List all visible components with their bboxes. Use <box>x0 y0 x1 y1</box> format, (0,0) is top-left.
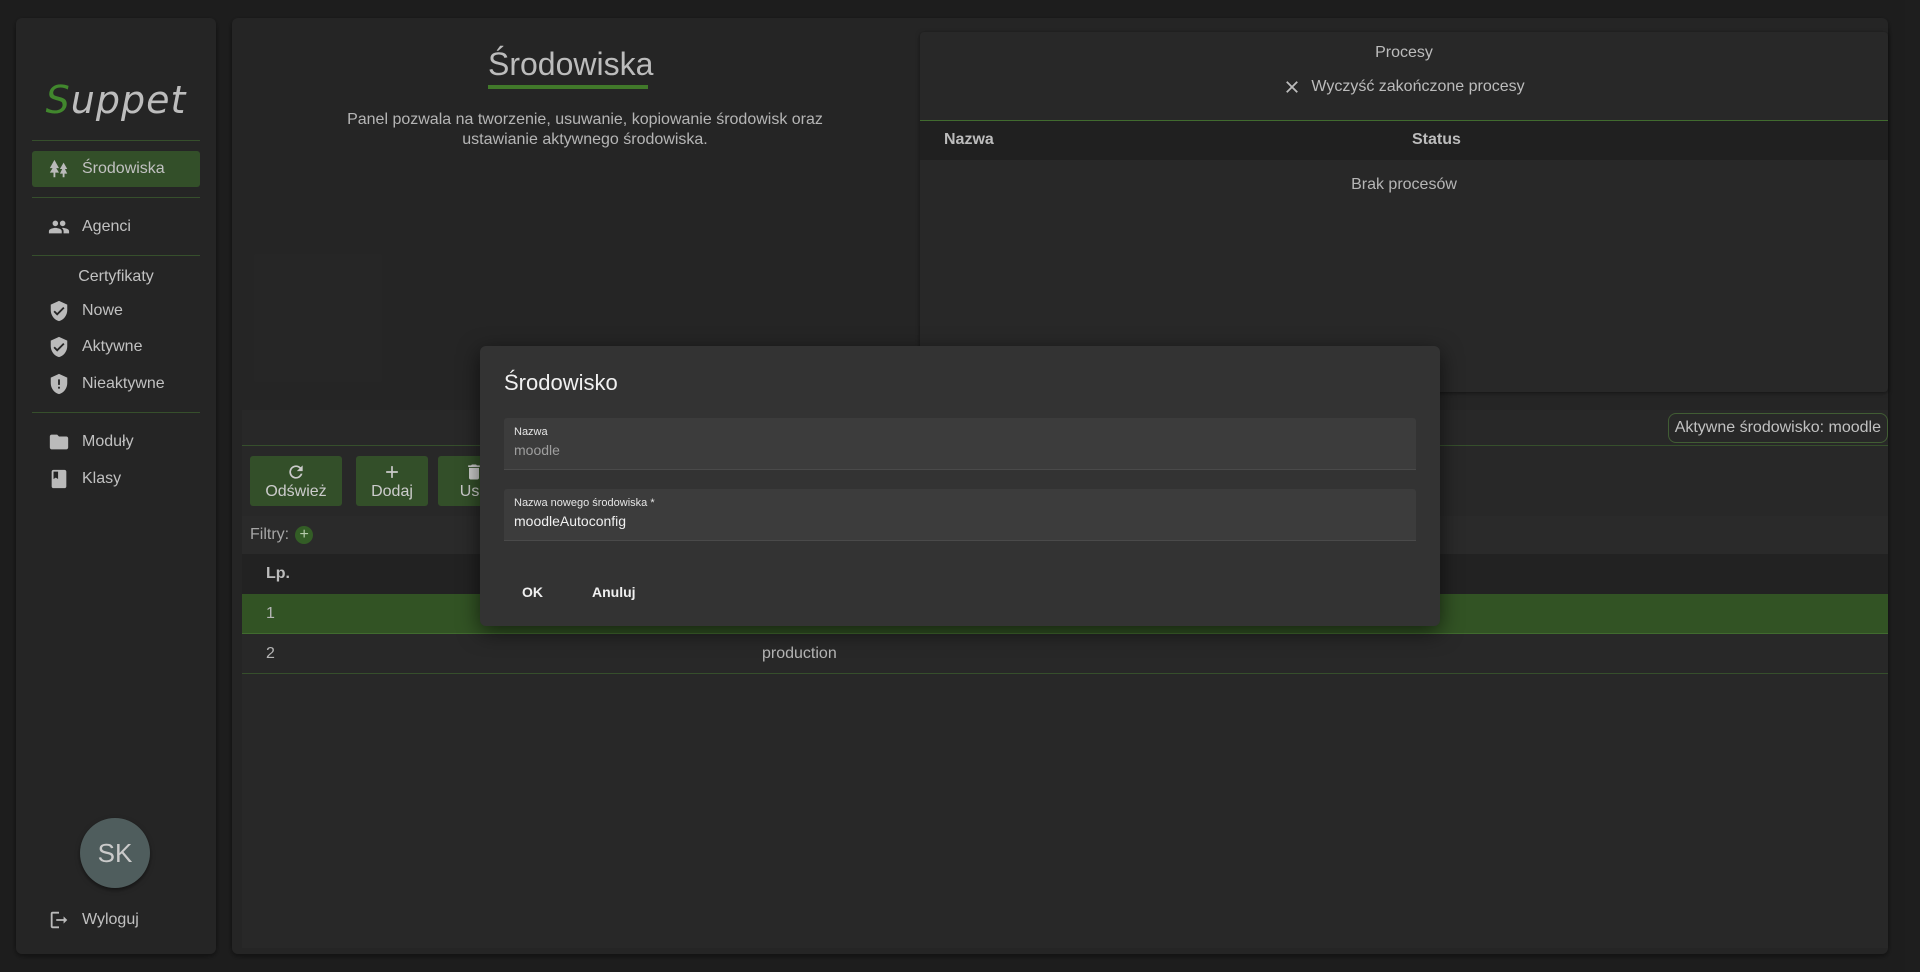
new-name-field: Nazwa nowego środowiska * <box>504 489 1416 541</box>
new-name-field-label: Nazwa nowego środowiska * <box>514 497 655 509</box>
cancel-button[interactable]: Anuluj <box>580 574 648 610</box>
environment-dialog: Środowisko Nazwa moodle Nazwa nowego śro… <box>480 346 1440 626</box>
name-field-label: Nazwa <box>514 426 548 438</box>
name-field: Nazwa moodle <box>504 418 1416 470</box>
name-field-value: moodle <box>514 442 560 458</box>
ok-button[interactable]: OK <box>510 574 555 610</box>
new-name-input[interactable] <box>514 511 1394 531</box>
dialog-title: Środowisko <box>504 370 618 395</box>
